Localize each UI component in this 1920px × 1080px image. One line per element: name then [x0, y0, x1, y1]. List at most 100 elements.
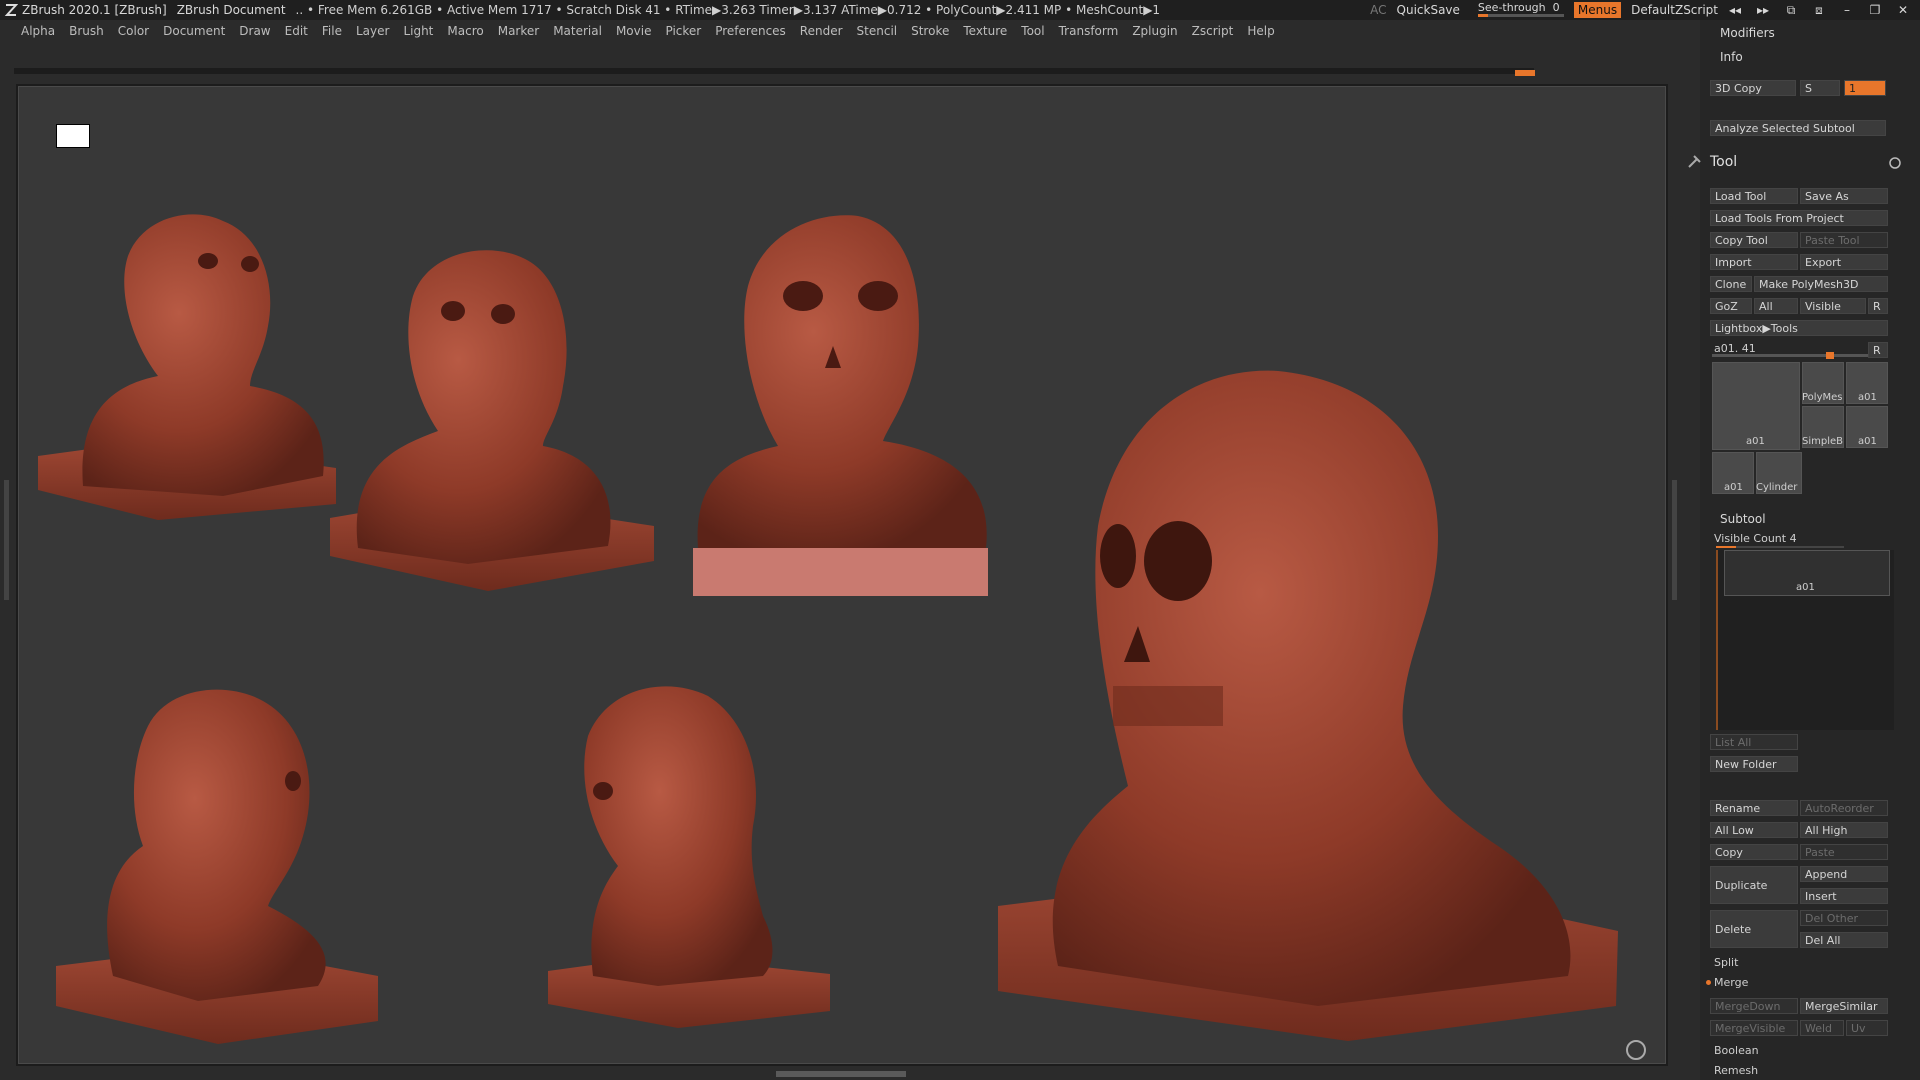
load-tools-from-project-button[interactable]: Load Tools From Project	[1710, 210, 1888, 226]
new-folder-button[interactable]: New Folder	[1710, 756, 1798, 772]
export-button[interactable]: Export	[1800, 254, 1888, 270]
tool-r-button[interactable]: R	[1868, 342, 1888, 358]
menu-movie[interactable]: Movie	[609, 24, 659, 38]
append-button[interactable]: Append	[1800, 866, 1888, 882]
mergesimilar-button[interactable]: MergeSimilar	[1800, 998, 1888, 1014]
del-other-button[interactable]: Del Other	[1800, 910, 1888, 926]
copy-tool-button[interactable]: Copy Tool	[1710, 232, 1798, 248]
uv-button[interactable]: Uv	[1846, 1020, 1888, 1036]
menu-zplugin[interactable]: Zplugin	[1125, 24, 1184, 38]
del-all-button[interactable]: Del All	[1800, 932, 1888, 948]
layout-right-icon[interactable]: ▸▸	[1756, 3, 1770, 18]
make-polymesh-button[interactable]: Make PolyMesh3D	[1754, 276, 1888, 292]
visible-count-label: Visible Count 4	[1714, 532, 1797, 545]
list-all-button[interactable]: List All	[1710, 734, 1798, 750]
info-header[interactable]: Info	[1720, 50, 1743, 64]
menu-document[interactable]: Document	[156, 24, 232, 38]
clone-button[interactable]: Clone	[1710, 276, 1752, 292]
menu-edit[interactable]: Edit	[278, 24, 315, 38]
mergedown-button[interactable]: MergeDown	[1710, 998, 1798, 1014]
menus-toggle-button[interactable]: Menus	[1573, 2, 1622, 18]
delete-button[interactable]: Delete	[1710, 910, 1798, 948]
tool-palette-title[interactable]: Tool	[1710, 154, 1737, 170]
menu-stencil[interactable]: Stencil	[850, 24, 905, 38]
left-tray-handle[interactable]	[4, 480, 9, 600]
subtool-header[interactable]: Subtool	[1720, 512, 1766, 526]
menu-light[interactable]: Light	[396, 24, 440, 38]
memory-stats: .. • Free Mem 6.261GB • Active Mem 1717 …	[295, 3, 1161, 17]
minimize-icon[interactable]: –	[1840, 3, 1854, 18]
menu-stroke[interactable]: Stroke	[904, 24, 956, 38]
load-tool-button[interactable]: Load Tool	[1710, 188, 1798, 204]
save-as-button[interactable]: Save As	[1800, 188, 1888, 204]
restore-icon[interactable]: ❐	[1868, 3, 1882, 18]
see-through-slider[interactable]: See-through 0	[1477, 1, 1564, 19]
tool-thumb-a01-label: a01	[1746, 436, 1765, 447]
lightbox-tools-button[interactable]: Lightbox▶Tools	[1710, 320, 1888, 336]
autoreorder-button[interactable]: AutoReorder	[1800, 800, 1888, 816]
modifiers-header[interactable]: Modifiers	[1720, 26, 1775, 40]
menu-render[interactable]: Render	[793, 24, 850, 38]
menu-brush[interactable]: Brush	[62, 24, 111, 38]
menu-macro[interactable]: Macro	[440, 24, 490, 38]
s-label: S	[1800, 80, 1840, 96]
goz-visible-button[interactable]: Visible	[1800, 298, 1866, 314]
analyze-subtool-button[interactable]: Analyze Selected Subtool	[1710, 120, 1886, 136]
floor-grid-icon[interactable]	[56, 124, 90, 148]
3d-copy-button[interactable]: 3D Copy	[1710, 80, 1796, 96]
insert-button[interactable]: Insert	[1800, 888, 1888, 904]
close-icon[interactable]: ✕	[1896, 3, 1910, 18]
bust-front-left	[38, 214, 336, 520]
import-button[interactable]: Import	[1710, 254, 1798, 270]
menu-file[interactable]: File	[315, 24, 349, 38]
menu-tool[interactable]: Tool	[1014, 24, 1051, 38]
rename-button[interactable]: Rename	[1710, 800, 1798, 816]
paste-tool-button[interactable]: Paste Tool	[1800, 232, 1888, 248]
top-shelf-ruler	[14, 68, 1534, 74]
menu-picker[interactable]: Picker	[658, 24, 708, 38]
hammer-icon	[1688, 155, 1701, 168]
menu-color[interactable]: Color	[111, 24, 156, 38]
menu-alpha[interactable]: Alpha	[14, 24, 62, 38]
menu-preferences[interactable]: Preferences	[708, 24, 793, 38]
window-cascade-icon[interactable]: ⧈	[1812, 3, 1826, 18]
layout-left-icon[interactable]: ◂◂	[1728, 3, 1742, 18]
goz-r-button[interactable]: R	[1868, 298, 1888, 314]
window-tile-icon[interactable]: ⧉	[1784, 3, 1798, 18]
split-header[interactable]: Split	[1714, 956, 1738, 969]
document-canvas[interactable]	[16, 84, 1668, 1066]
goz-all-button[interactable]: All	[1754, 298, 1798, 314]
menu-draw[interactable]: Draw	[232, 24, 277, 38]
merge-header[interactable]: Merge	[1714, 976, 1748, 989]
bottom-tray-handle[interactable]	[776, 1071, 906, 1077]
all-low-button[interactable]: All Low	[1710, 822, 1798, 838]
merge-active-dot	[1706, 980, 1711, 985]
bust-front-skull	[693, 215, 988, 596]
goz-button[interactable]: GoZ	[1710, 298, 1752, 314]
remesh-header[interactable]: Remesh	[1714, 1064, 1758, 1077]
weld-button[interactable]: Weld	[1800, 1020, 1844, 1036]
menu-material[interactable]: Material	[546, 24, 609, 38]
mergevisible-button[interactable]: MergeVisible	[1710, 1020, 1798, 1036]
menu-help[interactable]: Help	[1240, 24, 1281, 38]
menu-transform[interactable]: Transform	[1052, 24, 1126, 38]
boolean-header[interactable]: Boolean	[1714, 1044, 1759, 1057]
tool-slider[interactable]	[1712, 352, 1880, 359]
paste-button[interactable]: Paste	[1800, 844, 1888, 860]
navigation-gizmo-icon[interactable]	[1626, 1040, 1646, 1060]
s-value-field[interactable]: 1	[1844, 80, 1886, 96]
tool-thumb-a01-small-label: a01	[1858, 392, 1877, 403]
menu-texture[interactable]: Texture	[956, 24, 1014, 38]
quicksave-button[interactable]: QuickSave	[1397, 3, 1460, 17]
duplicate-button[interactable]: Duplicate	[1710, 866, 1798, 904]
visible-count-slider[interactable]	[1716, 546, 1844, 548]
menu-marker[interactable]: Marker	[491, 24, 546, 38]
subtool-item-a01-label: a01	[1796, 582, 1815, 593]
all-high-button[interactable]: All High	[1800, 822, 1888, 838]
right-tray-handle[interactable]	[1672, 480, 1677, 600]
default-zscript-button[interactable]: DefaultZScript	[1631, 3, 1718, 17]
refresh-icon[interactable]	[1888, 156, 1902, 170]
menu-layer[interactable]: Layer	[349, 24, 396, 38]
menu-zscript[interactable]: Zscript	[1185, 24, 1241, 38]
copy-button[interactable]: Copy	[1710, 844, 1798, 860]
